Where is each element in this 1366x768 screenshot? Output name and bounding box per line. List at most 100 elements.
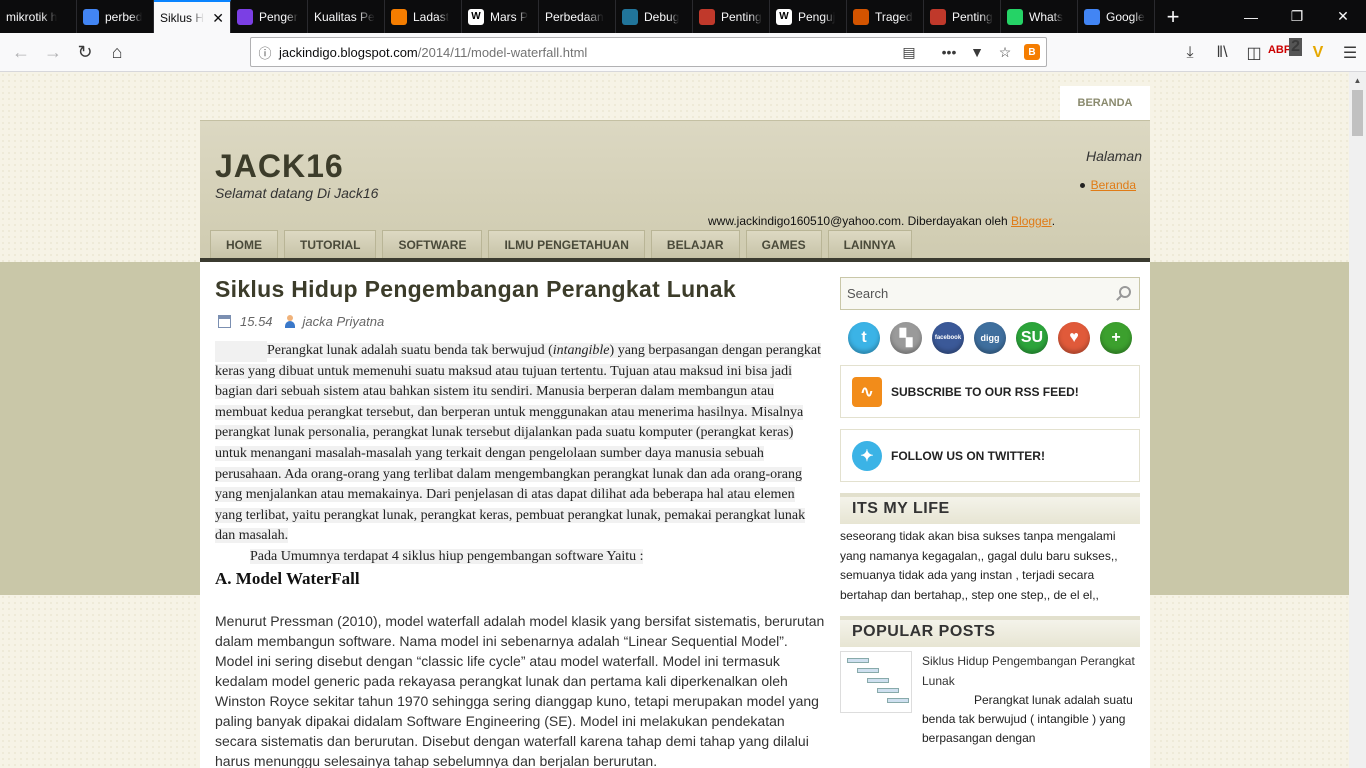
nav-tab-belajar[interactable]: BELAJAR xyxy=(650,230,740,259)
scrollbar-thumb[interactable] xyxy=(1352,90,1363,136)
browser-tab-label: Mars P xyxy=(490,9,529,24)
nav-tab-ilmu-pengetahuan[interactable]: ILMU PENGETAHUAN xyxy=(488,230,645,259)
popular-post-item[interactable]: Siklus Hidup Pengembangan Perangkat Luna… xyxy=(840,651,1140,748)
page-viewport: BERANDA JACK16 Selamat datang Di Jack16 … xyxy=(0,72,1349,768)
sidebar: Search t ▚ facebook digg SU ♥ + ∿ SUBSCRIBE TO… xyxy=(840,262,1140,748)
blogger-link[interactable]: Blogger xyxy=(1011,214,1052,228)
twitter-follow-box[interactable]: ✦ FOLLOW US ON TWITTER! xyxy=(840,429,1140,482)
search-box[interactable]: Search xyxy=(840,277,1140,310)
search-icon[interactable] xyxy=(1119,286,1131,298)
back-button[interactable]: ← xyxy=(6,37,36,67)
adblock-icon[interactable]: ABP 2 xyxy=(1268,37,1303,62)
nav-tab-home[interactable]: HOME xyxy=(210,230,278,259)
bookmark-star-icon[interactable]: ☆ xyxy=(996,42,1014,62)
twitter-icon[interactable]: t xyxy=(848,322,880,354)
page-actions-icon[interactable]: ••• xyxy=(940,42,958,62)
browser-tab[interactable]: Google xyxy=(1078,0,1155,33)
browser-tab[interactable]: Penting xyxy=(924,0,1001,33)
favorite-heart-icon[interactable]: ♥ xyxy=(1058,322,1090,354)
restore-icon[interactable]: ❐ xyxy=(1274,0,1320,33)
beranda-link[interactable]: Beranda xyxy=(1091,178,1136,192)
rss-feed-box[interactable]: ∿ SUBSCRIBE TO OUR RSS FEED! xyxy=(840,365,1140,418)
reload-button[interactable]: ↻ xyxy=(70,37,100,67)
browser-tab[interactable]: Whats xyxy=(1001,0,1078,33)
paragraph-1-text-a: Perangkat lunak adalah suatu benda tak b… xyxy=(267,343,553,358)
calendar-icon xyxy=(218,315,231,328)
tab-bar: mikrotik h perbed Siklus H ✕ Penger Kualitas … xyxy=(0,0,1366,33)
browser-tab-label: Perbedaan xyxy=(545,9,604,24)
menu-icon[interactable]: ☰ xyxy=(1334,43,1366,63)
nav-tab-games[interactable]: GAMES xyxy=(745,230,822,259)
attribution-text: www.jackindigo160510@yahoo.com. Diberday… xyxy=(708,214,1012,228)
nav-tab-tutorial[interactable]: TUTORIAL xyxy=(284,230,377,259)
close-tab-icon[interactable]: ✕ xyxy=(212,10,224,27)
wordpress-icon xyxy=(622,8,638,25)
post-author[interactable]: jacka Priyatna xyxy=(303,314,385,329)
home-button[interactable]: ⌂ xyxy=(102,37,132,67)
browser-tab[interactable]: Penger xyxy=(231,0,308,33)
top-tab-beranda[interactable]: BERANDA xyxy=(1060,86,1150,120)
blogger-extension-icon[interactable]: B xyxy=(1024,44,1040,60)
browser-tab[interactable]: Siklus H ✕ xyxy=(154,0,231,33)
browser-tab[interactable]: Ladast xyxy=(385,0,462,33)
popular-posts-title: POPULAR POSTS xyxy=(840,616,1140,647)
brainly-icon xyxy=(699,8,715,25)
extension-v-icon[interactable]: V xyxy=(1302,44,1334,62)
post-time[interactable]: 15.54 xyxy=(240,314,273,329)
main-nav: HOME TUTORIAL SOFTWARE ILMU PENGETAHUAN BELA… xyxy=(210,230,912,259)
brainly-icon xyxy=(930,8,946,25)
vertical-scrollbar[interactable]: ▲ xyxy=(1349,72,1366,768)
post-paragraph-1: Perangkat lunak adalah suatu benda tak b… xyxy=(215,341,825,547)
paragraph-indent xyxy=(215,341,267,362)
close-window-icon[interactable]: ✕ xyxy=(1320,0,1366,33)
browser-tab[interactable]: perbed xyxy=(77,0,154,33)
site-icon xyxy=(853,8,869,25)
url-bar[interactable]: ⓘ jackindigo.blogspot.com/2014/11/model-… xyxy=(250,37,1047,67)
forward-button[interactable]: → xyxy=(38,37,68,67)
rss-label[interactable]: SUBSCRIBE TO OUR RSS FEED! xyxy=(891,385,1079,399)
delicious-icon[interactable]: ▚ xyxy=(890,322,922,354)
scroll-up-icon[interactable]: ▲ xyxy=(1349,72,1366,89)
new-tab-button[interactable]: + xyxy=(1155,0,1191,33)
wikipedia-icon: W xyxy=(468,8,484,25)
browser-tab[interactable]: Debug xyxy=(616,0,693,33)
nav-tab-software[interactable]: SOFTWARE xyxy=(382,230,483,259)
browser-tab-label: Ladast xyxy=(413,9,450,24)
twitter-bird-icon: ✦ xyxy=(852,440,882,471)
minimize-icon[interactable]: — xyxy=(1228,0,1274,33)
browser-tab[interactable]: Kualitas Pe xyxy=(308,0,385,33)
sidebar-icon[interactable]: ◫ xyxy=(1238,43,1270,63)
pocket-icon[interactable]: ▼ xyxy=(968,42,986,62)
browser-tab[interactable]: W Penguj xyxy=(770,0,847,33)
nav-tab-lainnya[interactable]: LAINNYA xyxy=(827,230,912,259)
site-info-icon[interactable]: ⓘ xyxy=(251,43,279,62)
reader-view-icon[interactable]: ▤ xyxy=(900,42,918,62)
navigation-toolbar: ← → ↻ ⌂ ⓘ jackindigo.blogspot.com/2014/1… xyxy=(0,33,1366,72)
pages-widget-title: Halaman xyxy=(1085,148,1142,164)
forward-arrow-icon: → xyxy=(44,41,62,62)
popular-post-thumbnail[interactable] xyxy=(840,651,912,713)
search-input[interactable]: Search xyxy=(847,286,888,301)
library-icon[interactable]: ‖\ xyxy=(1206,44,1238,62)
facebook-icon[interactable]: facebook xyxy=(932,322,964,354)
post-paragraph-2: Pada Umumnya terdapat 4 siklus hiup peng… xyxy=(215,547,825,567)
url-host: jackindigo.blogspot.com xyxy=(279,44,418,60)
downloads-icon[interactable]: ⤓ xyxy=(1174,44,1206,62)
digg-icon[interactable]: digg xyxy=(974,322,1006,354)
blog-title[interactable]: JACK16 xyxy=(215,148,344,185)
blog-description: Selamat datang Di Jack16 xyxy=(215,185,379,201)
browser-tab[interactable]: mikrotik h xyxy=(0,0,77,33)
browser-tab[interactable]: Perbedaan xyxy=(539,0,616,33)
add-more-icon[interactable]: + xyxy=(1100,322,1132,354)
browser-tab[interactable]: Penting xyxy=(693,0,770,33)
url-path: /2014/11/model-waterfall.html xyxy=(417,44,588,60)
popular-post-title[interactable]: Siklus Hidup Pengembangan Perangkat Luna… xyxy=(922,651,1140,691)
post-subheading: A. Model WaterFall xyxy=(215,568,360,588)
post-title[interactable]: Siklus Hidup Pengembangan Perangkat Luna… xyxy=(215,276,825,303)
pages-widget-item: Beranda xyxy=(1079,178,1136,192)
stumbleupon-icon[interactable]: SU xyxy=(1016,322,1048,354)
attribution-end: . xyxy=(1051,214,1056,228)
twitter-label[interactable]: FOLLOW US ON TWITTER! xyxy=(891,449,1045,463)
browser-tab[interactable]: Traged xyxy=(847,0,924,33)
browser-tab[interactable]: W Mars P xyxy=(462,0,539,33)
